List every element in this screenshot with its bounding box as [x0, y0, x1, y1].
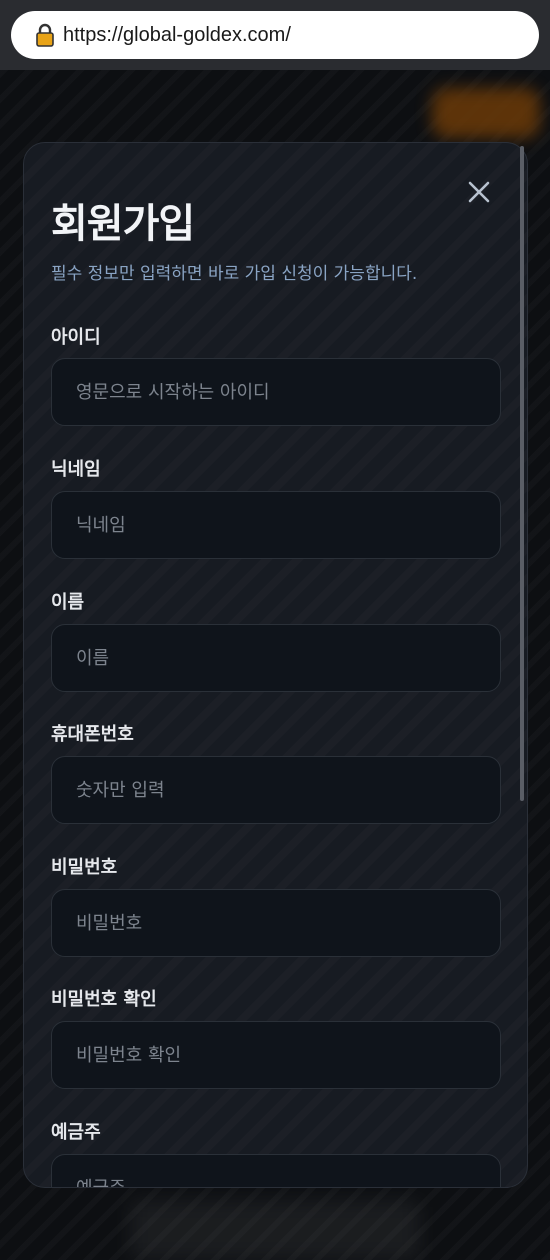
name-input[interactable]	[51, 624, 501, 692]
nickname-input[interactable]	[51, 491, 501, 559]
password-confirm-input[interactable]	[51, 1021, 501, 1089]
password-confirm-label: 비밀번호 확인	[51, 989, 157, 1010]
lock-icon	[36, 23, 54, 47]
browser-address-bar: https://global-goldex.com/	[0, 0, 550, 70]
username-input[interactable]	[51, 358, 501, 426]
account-holder-label: 예금주	[51, 1122, 101, 1143]
modal-scrollbar[interactable]	[520, 146, 524, 801]
name-label: 이름	[51, 592, 85, 613]
account-holder-input[interactable]	[51, 1154, 501, 1187]
url-text: https://global-goldex.com/	[63, 23, 291, 46]
username-label: 아이디	[51, 327, 101, 348]
phone-label: 휴대폰번호	[51, 724, 134, 745]
background-footer-blur	[130, 1200, 420, 1260]
nickname-label: 닉네임	[51, 459, 101, 480]
password-label: 비밀번호	[51, 857, 118, 878]
password-input[interactable]	[51, 889, 501, 957]
modal-subtitle: 필수 정보만 입력하면 바로 가입 신청이 가능합니다.	[51, 264, 418, 284]
modal-title: 회원가입	[51, 201, 195, 247]
phone-input[interactable]	[51, 756, 501, 824]
signup-modal: 회원가입 필수 정보만 입력하면 바로 가입 신청이 가능합니다. 아이디 닉네…	[23, 142, 528, 1188]
url-field[interactable]: https://global-goldex.com/	[11, 11, 539, 59]
close-icon[interactable]	[464, 177, 494, 207]
background-button-blur	[432, 88, 540, 138]
